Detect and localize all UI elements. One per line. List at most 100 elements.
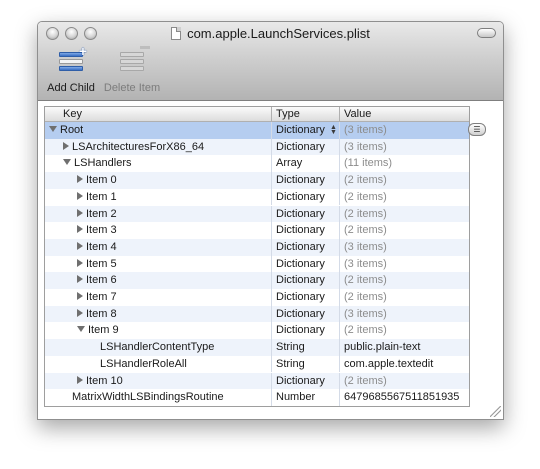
row-key-text: Root xyxy=(60,124,84,136)
row-key-cell[interactable]: MatrixWidthLSBindingsRoutine xyxy=(45,389,289,406)
plist-row[interactable]: Root Dictionary ▲ ▼ (3 items) xyxy=(45,122,469,139)
row-type-text: Dictionary xyxy=(276,207,325,220)
window-title: com.apple.LaunchServices.plist xyxy=(187,26,370,41)
resize-grip-icon[interactable] xyxy=(490,406,501,417)
plist-row[interactable]: MatrixWidthLSBindingsRoutine Number 647968… xyxy=(45,389,469,406)
row-type-cell[interactable]: String xyxy=(271,339,339,356)
row-value-cell[interactable]: (3 items) xyxy=(339,255,469,273)
plist-row[interactable]: LSHandlerRoleAll String com.apple.textedit xyxy=(45,355,469,373)
disclosure-closed-icon[interactable] xyxy=(77,225,83,234)
plist-row[interactable]: Item 8 Dictionary (3 items) xyxy=(45,305,469,323)
delete-item-button[interactable]: Delete Item xyxy=(102,46,162,94)
row-key-cell[interactable]: LSArchitecturesForX86_64 xyxy=(45,139,289,156)
row-key-cell[interactable]: Item 3 xyxy=(45,222,303,239)
row-type-cell[interactable]: Dictionary xyxy=(271,138,339,156)
value-column-header[interactable]: Value xyxy=(339,107,469,121)
row-type-cell[interactable]: Dictionary xyxy=(271,205,339,223)
plist-row[interactable]: Item 4 Dictionary (3 items) xyxy=(45,238,469,256)
row-type-cell[interactable]: Number xyxy=(271,389,339,406)
title-bar: com.apple.LaunchServices.plist + Add Chi… xyxy=(38,22,503,101)
row-value-cell[interactable]: com.apple.textedit xyxy=(339,355,469,373)
root-row-menu-button[interactable]: ☰ xyxy=(468,123,486,136)
row-type-cell[interactable]: Dictionary xyxy=(271,172,339,189)
row-key-cell[interactable]: Item 8 xyxy=(45,306,303,323)
document-proxy-icon[interactable] xyxy=(171,27,182,40)
disclosure-open-icon[interactable] xyxy=(63,159,71,166)
row-type-cell[interactable]: Array xyxy=(271,155,339,173)
row-key-text: Item 5 xyxy=(86,257,117,270)
row-value-cell[interactable]: (11 items) xyxy=(339,155,469,173)
add-child-button[interactable]: + Add Child xyxy=(46,44,96,94)
row-type-cell[interactable]: Dictionary xyxy=(271,222,339,239)
row-value-cell[interactable]: (2 items) xyxy=(339,222,469,239)
row-type-cell[interactable]: Dictionary xyxy=(271,289,339,306)
row-value-cell[interactable]: (2 items) xyxy=(339,272,469,289)
row-key-cell[interactable]: Item 4 xyxy=(45,239,303,256)
row-type-text: Dictionary xyxy=(276,124,325,136)
disclosure-closed-icon[interactable] xyxy=(77,275,83,284)
row-key-cell[interactable]: Root xyxy=(45,122,275,139)
row-type-cell[interactable]: Dictionary xyxy=(271,238,339,256)
row-value-cell[interactable]: (2 items) xyxy=(339,172,469,189)
disclosure-open-icon[interactable] xyxy=(77,326,85,333)
row-value-cell[interactable]: (3 items) xyxy=(339,138,469,156)
row-type-cell[interactable]: Dictionary xyxy=(271,372,339,390)
row-key-cell[interactable]: Item 10 xyxy=(45,373,303,390)
row-key-cell[interactable]: Item 7 xyxy=(45,289,303,306)
row-value-text: (2 items) xyxy=(344,224,387,237)
disclosure-closed-icon[interactable] xyxy=(77,308,83,317)
plist-row[interactable]: Item 5 Dictionary (3 items) xyxy=(45,255,469,273)
plist-row[interactable]: LSHandlerContentType String public.plain-t… xyxy=(45,339,469,356)
plist-row[interactable]: Item 6 Dictionary (2 items) xyxy=(45,272,469,289)
row-type-cell[interactable]: Dictionary xyxy=(271,188,339,206)
row-value-cell[interactable]: (2 items) xyxy=(339,205,469,223)
row-value-cell[interactable]: (2 items) xyxy=(339,372,469,390)
plist-row[interactable]: LSHandlers Array (11 items) xyxy=(45,155,469,173)
disclosure-closed-icon[interactable] xyxy=(77,375,83,384)
plist-row[interactable]: Item 7 Dictionary (2 items) xyxy=(45,289,469,306)
disclosure-closed-icon[interactable] xyxy=(77,292,83,300)
plist-row[interactable]: Item 10 Dictionary (2 items) xyxy=(45,372,469,390)
plist-row[interactable]: Item 2 Dictionary (2 items) xyxy=(45,205,469,223)
disclosure-closed-icon[interactable] xyxy=(77,191,83,200)
row-key-cell[interactable]: Item 9 xyxy=(45,322,303,339)
disclosure-closed-icon[interactable] xyxy=(77,258,83,267)
plist-row[interactable]: Item 0 Dictionary (2 items) xyxy=(45,172,469,189)
row-value-cell[interactable]: (2 items) xyxy=(339,188,469,206)
row-type-cell[interactable]: String xyxy=(271,355,339,373)
row-type-cell[interactable]: Dictionary xyxy=(271,272,339,289)
plist-row[interactable]: LSArchitecturesForX86_64 Dictionary (3 ite… xyxy=(45,138,469,156)
type-column-header[interactable]: Type xyxy=(271,107,339,121)
disclosure-closed-icon[interactable] xyxy=(77,208,83,217)
row-key-cell[interactable]: Item 2 xyxy=(45,206,303,223)
toolbar-toggle-button[interactable] xyxy=(477,28,496,38)
row-type-cell[interactable]: Dictionary xyxy=(271,255,339,273)
row-key-cell[interactable]: Item 6 xyxy=(45,272,303,289)
row-key-cell[interactable]: LSHandlers xyxy=(45,155,289,172)
row-key-cell[interactable]: Item 1 xyxy=(45,189,303,206)
row-key-cell[interactable]: Item 0 xyxy=(45,172,303,189)
row-value-cell[interactable]: (3 items) xyxy=(339,122,469,139)
disclosure-closed-icon[interactable] xyxy=(77,241,83,250)
row-value-cell[interactable]: (3 items) xyxy=(339,305,469,323)
row-value-cell[interactable]: (3 items) xyxy=(339,238,469,256)
row-type-cell[interactable]: Dictionary xyxy=(271,305,339,323)
row-type-cell[interactable]: Dictionary ▲ ▼ xyxy=(271,122,339,139)
row-type-cell[interactable]: Dictionary xyxy=(271,322,339,340)
row-key-text: MatrixWidthLSBindingsRoutine xyxy=(72,391,224,404)
row-value-cell[interactable]: (2 items) xyxy=(339,322,469,340)
row-value-cell[interactable]: (2 items) xyxy=(339,289,469,306)
type-popup-arrows-icon[interactable]: ▲ ▼ xyxy=(330,124,337,136)
disclosure-closed-icon[interactable] xyxy=(63,141,69,150)
plist-row[interactable]: Item 1 Dictionary (2 items) xyxy=(45,188,469,206)
row-value-cell[interactable]: public.plain-text xyxy=(339,339,469,356)
plist-outline-view[interactable]: Key Type Value Root Dictionary ▲ ▼ (3 items)… xyxy=(44,106,470,407)
disclosure-closed-icon[interactable] xyxy=(77,175,83,184)
plist-row[interactable]: Item 3 Dictionary (2 items) xyxy=(45,222,469,239)
row-value-cell[interactable]: 6479685567511851935 xyxy=(339,389,469,406)
row-key-cell[interactable]: Item 5 xyxy=(45,256,303,273)
row-key-text: LSArchitecturesForX86_64 xyxy=(72,140,205,153)
disclosure-open-icon[interactable] xyxy=(49,126,57,132)
key-column-header[interactable]: Key xyxy=(45,107,271,121)
plist-row[interactable]: Item 9 Dictionary (2 items) xyxy=(45,322,469,340)
